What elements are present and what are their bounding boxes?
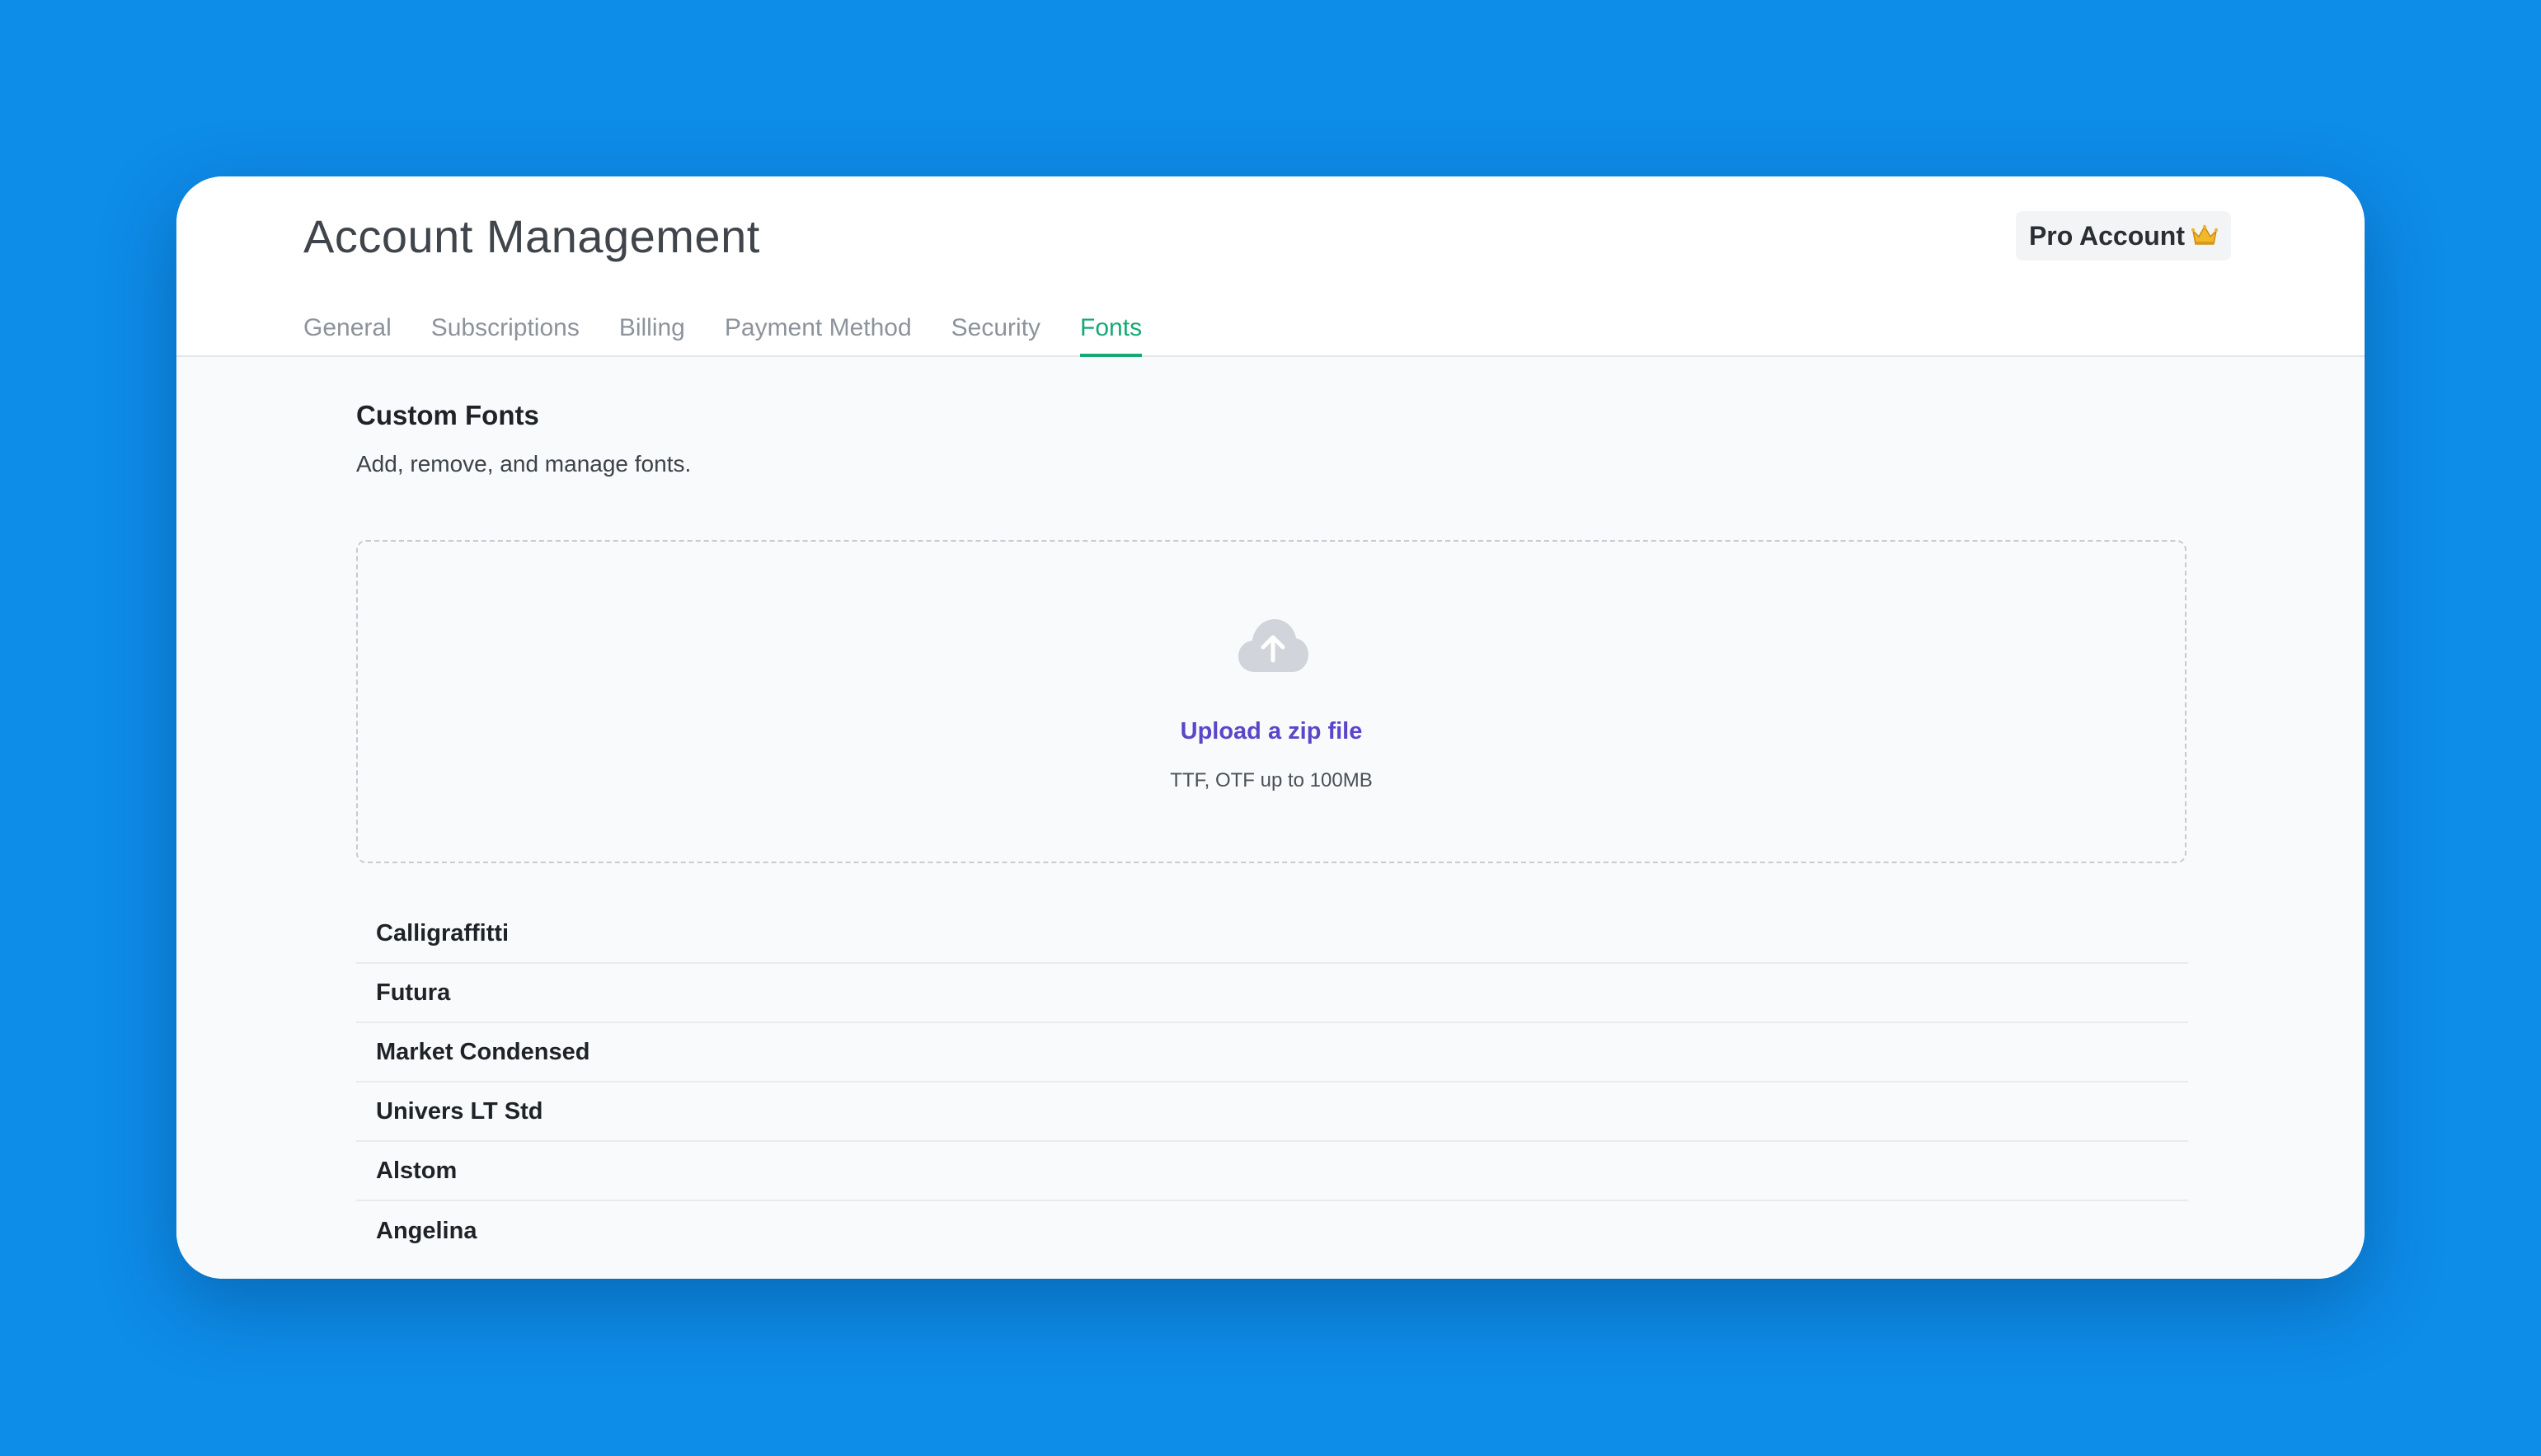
font-name: Market Condensed bbox=[376, 1038, 590, 1065]
font-list: Calligraffitti Futura Market Condensed U… bbox=[356, 904, 2188, 1261]
font-name: Alstom bbox=[376, 1157, 458, 1184]
section-description: Add, remove, and manage fonts. bbox=[356, 451, 692, 477]
upload-zip-link[interactable]: Upload a zip file bbox=[358, 718, 2185, 745]
tab-general[interactable]: General bbox=[303, 314, 392, 357]
tab-billing[interactable]: Billing bbox=[619, 314, 685, 357]
upload-dropzone[interactable]: Upload a zip file TTF, OTF up to 100MB bbox=[356, 540, 2186, 863]
font-list-item[interactable]: Angelina bbox=[356, 1201, 2188, 1261]
page-title: Account Management bbox=[303, 210, 760, 262]
cloud-upload-icon bbox=[1238, 619, 1308, 672]
account-tabs: General Subscriptions Billing Payment Me… bbox=[303, 314, 1143, 357]
font-list-item[interactable]: Market Condensed bbox=[356, 1023, 2188, 1083]
screen-background: Account Management Pro Account General S… bbox=[0, 0, 2541, 1456]
font-name: Angelina bbox=[376, 1217, 477, 1244]
upload-hint: TTF, OTF up to 100MB bbox=[1170, 769, 1373, 791]
fonts-panel: Custom Fonts Add, remove, and manage fon… bbox=[176, 357, 2365, 1279]
font-list-item[interactable]: Calligraffitti bbox=[356, 904, 2188, 964]
font-list-item[interactable]: Alstom bbox=[356, 1142, 2188, 1201]
font-list-item[interactable]: Univers LT Std bbox=[356, 1083, 2188, 1142]
crown-icon bbox=[2191, 224, 2218, 245]
tab-security[interactable]: Security bbox=[951, 314, 1040, 357]
tab-payment-method[interactable]: Payment Method bbox=[725, 314, 912, 357]
font-name: Futura bbox=[376, 979, 451, 1006]
plan-badge-label: Pro Account bbox=[2028, 220, 2185, 251]
tab-subscriptions[interactable]: Subscriptions bbox=[431, 314, 580, 357]
page-header: Account Management Pro Account General S… bbox=[176, 176, 2365, 357]
pro-account-badge: Pro Account bbox=[2015, 211, 2231, 261]
tab-fonts[interactable]: Fonts bbox=[1080, 314, 1143, 357]
account-window: Account Management Pro Account General S… bbox=[176, 176, 2365, 1279]
font-list-item[interactable]: Futura bbox=[356, 964, 2188, 1023]
font-name: Calligraffitti bbox=[376, 919, 510, 946]
font-name: Univers LT Std bbox=[376, 1097, 543, 1125]
section-title: Custom Fonts bbox=[356, 400, 539, 430]
